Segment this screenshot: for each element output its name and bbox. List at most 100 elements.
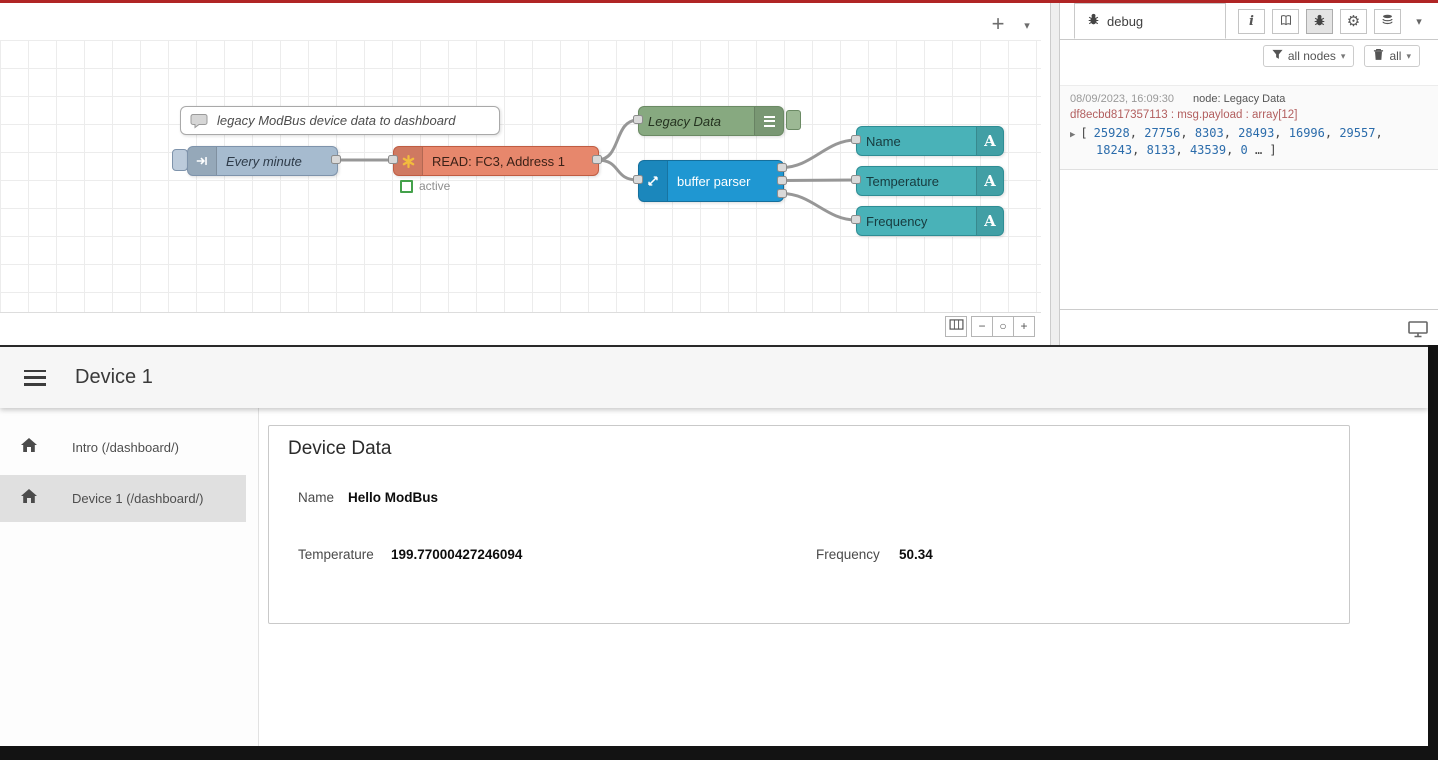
context-data-button[interactable] <box>1374 9 1401 34</box>
zoom-reset-button[interactable]: ○ <box>992 316 1014 337</box>
trash-icon <box>1373 48 1384 64</box>
panel-splitter[interactable] <box>1050 3 1060 345</box>
node-red-editor: legacy ModBus device data to dashboard E… <box>0 3 1438 345</box>
debug-console-icon <box>754 107 783 135</box>
open-debug-window-button[interactable] <box>1408 317 1428 345</box>
ui-text-temperature-node[interactable]: Temperature A <box>856 166 1004 196</box>
speech-bubble-icon <box>190 113 208 129</box>
port[interactable] <box>777 163 787 172</box>
chevron-down-icon: ▾ <box>1416 15 1422 28</box>
database-icon <box>1381 13 1394 30</box>
bug-icon <box>1313 14 1326 30</box>
info-sidebar-button[interactable]: i <box>1238 9 1265 34</box>
dashboard-sidebar: Intro (/dashboard/) Device 1 (/dashboard… <box>0 408 259 746</box>
frequency-value: 50.34 <box>899 547 933 562</box>
funnel-icon <box>1272 49 1283 63</box>
debug-node-label: Legacy Data <box>639 114 754 129</box>
config-nodes-button[interactable]: ⚙ <box>1340 9 1367 34</box>
port[interactable] <box>777 176 787 185</box>
help-sidebar-button[interactable] <box>1272 9 1299 34</box>
debug-node[interactable]: Legacy Data <box>638 106 784 136</box>
port[interactable] <box>633 175 643 184</box>
debug-timestamp: 08/09/2023, 16:09:30 <box>1070 93 1174 105</box>
ui-text-name-node[interactable]: Name A <box>856 126 1004 156</box>
debug-payload: ▶[25928, 27756, 8303, 28493, 16996, 2955… <box>1070 125 1428 160</box>
menu-button[interactable] <box>24 370 46 386</box>
modbus-status: active <box>400 179 450 193</box>
status-ring-icon <box>400 180 413 193</box>
port[interactable] <box>851 175 861 184</box>
flow-list-button[interactable]: ▾ <box>1017 15 1037 35</box>
expand-arrows-icon <box>639 161 668 201</box>
flow-canvas[interactable]: legacy ModBus device data to dashboard E… <box>0 40 1041 312</box>
port[interactable] <box>331 155 341 164</box>
name-label: Name <box>298 490 334 505</box>
frequency-label: Frequency <box>816 547 880 562</box>
expand-payload-toggle[interactable]: ▶ <box>1070 130 1075 140</box>
window-right-edge <box>1428 345 1438 746</box>
ui-text-name-label: Name <box>857 134 976 149</box>
chevron-down-icon: ▾ <box>1341 51 1346 62</box>
clear-messages-button[interactable]: all ▾ <box>1364 45 1420 67</box>
debug-sidebar-button[interactable] <box>1306 9 1333 34</box>
device-data-card: Device Data Name Hello ModBus Temperatur… <box>268 425 1350 624</box>
inject-label: Every minute <box>217 154 311 169</box>
debug-message-meta: df8ecbd817357113 : msg.payload : array[1… <box>1070 109 1428 121</box>
debug-filterbar: all nodes ▾ all ▾ <box>1060 40 1438 72</box>
sidebar-menu-button[interactable]: ▾ <box>1407 9 1431 34</box>
debug-toggle-button[interactable] <box>786 110 801 130</box>
page-title: Device 1 <box>75 366 153 389</box>
port[interactable] <box>388 155 398 164</box>
card-title: Device Data <box>288 438 392 460</box>
zoom-out-button[interactable]: − <box>971 316 993 337</box>
canvas-footer: − ○ + <box>0 312 1041 345</box>
gear-icon: ⚙ <box>1347 14 1360 29</box>
comment-label: legacy ModBus device data to dashboard <box>208 113 465 128</box>
sidebar-item-intro[interactable]: Intro (/dashboard/) <box>0 424 246 470</box>
dashboard: Device 1 Intro (/dashboard/) Device 1 (/… <box>0 345 1438 746</box>
tab-debug-label: debug <box>1107 14 1143 29</box>
temperature-value: 199.77000427246094 <box>391 547 522 562</box>
port[interactable] <box>851 135 861 144</box>
ui-text-frequency-node[interactable]: Frequency A <box>856 206 1004 236</box>
home-icon <box>20 437 38 458</box>
port[interactable] <box>592 155 602 164</box>
add-flow-button[interactable]: + <box>984 10 1012 38</box>
inject-icon <box>188 147 217 175</box>
sidebar-tabbar: debug i ⚙ <box>1060 3 1438 40</box>
modbus-icon <box>394 147 423 175</box>
port[interactable] <box>851 215 861 224</box>
sidebar-item-device1[interactable]: Device 1 (/dashboard/) <box>0 475 246 522</box>
port[interactable] <box>777 189 787 198</box>
debug-message[interactable]: 08/09/2023, 16:09:30 node: Legacy Data d… <box>1060 85 1438 170</box>
comment-node[interactable]: legacy ModBus device data to dashboard <box>180 106 500 135</box>
ui-text-temperature-label: Temperature <box>857 174 976 189</box>
navigator-toggle-button[interactable] <box>945 316 967 337</box>
debug-source-node: node: Legacy Data <box>1193 93 1285 105</box>
dashboard-body: Intro (/dashboard/) Device 1 (/dashboard… <box>0 408 1428 746</box>
home-icon <box>20 488 38 509</box>
status-text: active <box>419 179 450 193</box>
inject-node[interactable]: Every minute <box>187 146 338 176</box>
buffer-parser-node[interactable]: buffer parser <box>638 160 784 202</box>
debug-message-list: 08/09/2023, 16:09:30 node: Legacy Data d… <box>1060 72 1438 309</box>
book-icon <box>1279 14 1293 30</box>
debug-panel-footer <box>1060 309 1438 345</box>
debug-sidebar: debug i ⚙ <box>1060 3 1438 345</box>
name-value: Hello ModBus <box>348 490 438 505</box>
buffer-parser-label: buffer parser <box>668 174 759 189</box>
tab-debug[interactable]: debug <box>1074 3 1226 39</box>
dashboard-header: Device 1 <box>0 347 1428 408</box>
modbus-read-node[interactable]: READ: FC3, Address 1 <box>393 146 599 176</box>
bug-icon <box>1087 13 1100 29</box>
chevron-down-icon: ▾ <box>1406 51 1411 62</box>
debug-message-header: 08/09/2023, 16:09:30 node: Legacy Data <box>1070 93 1428 105</box>
inject-trigger-button[interactable] <box>172 149 188 171</box>
filter-nodes-button[interactable]: all nodes ▾ <box>1263 45 1355 67</box>
text-widget-icon: A <box>976 127 1003 155</box>
window-bottom-edge <box>0 746 1438 760</box>
debug-payload-values: 25928, 27756, 8303, 28493, 16996, 29557,… <box>1094 126 1383 157</box>
ui-text-frequency-label: Frequency <box>857 214 976 229</box>
port[interactable] <box>633 115 643 124</box>
zoom-in-button[interactable]: + <box>1013 316 1035 337</box>
